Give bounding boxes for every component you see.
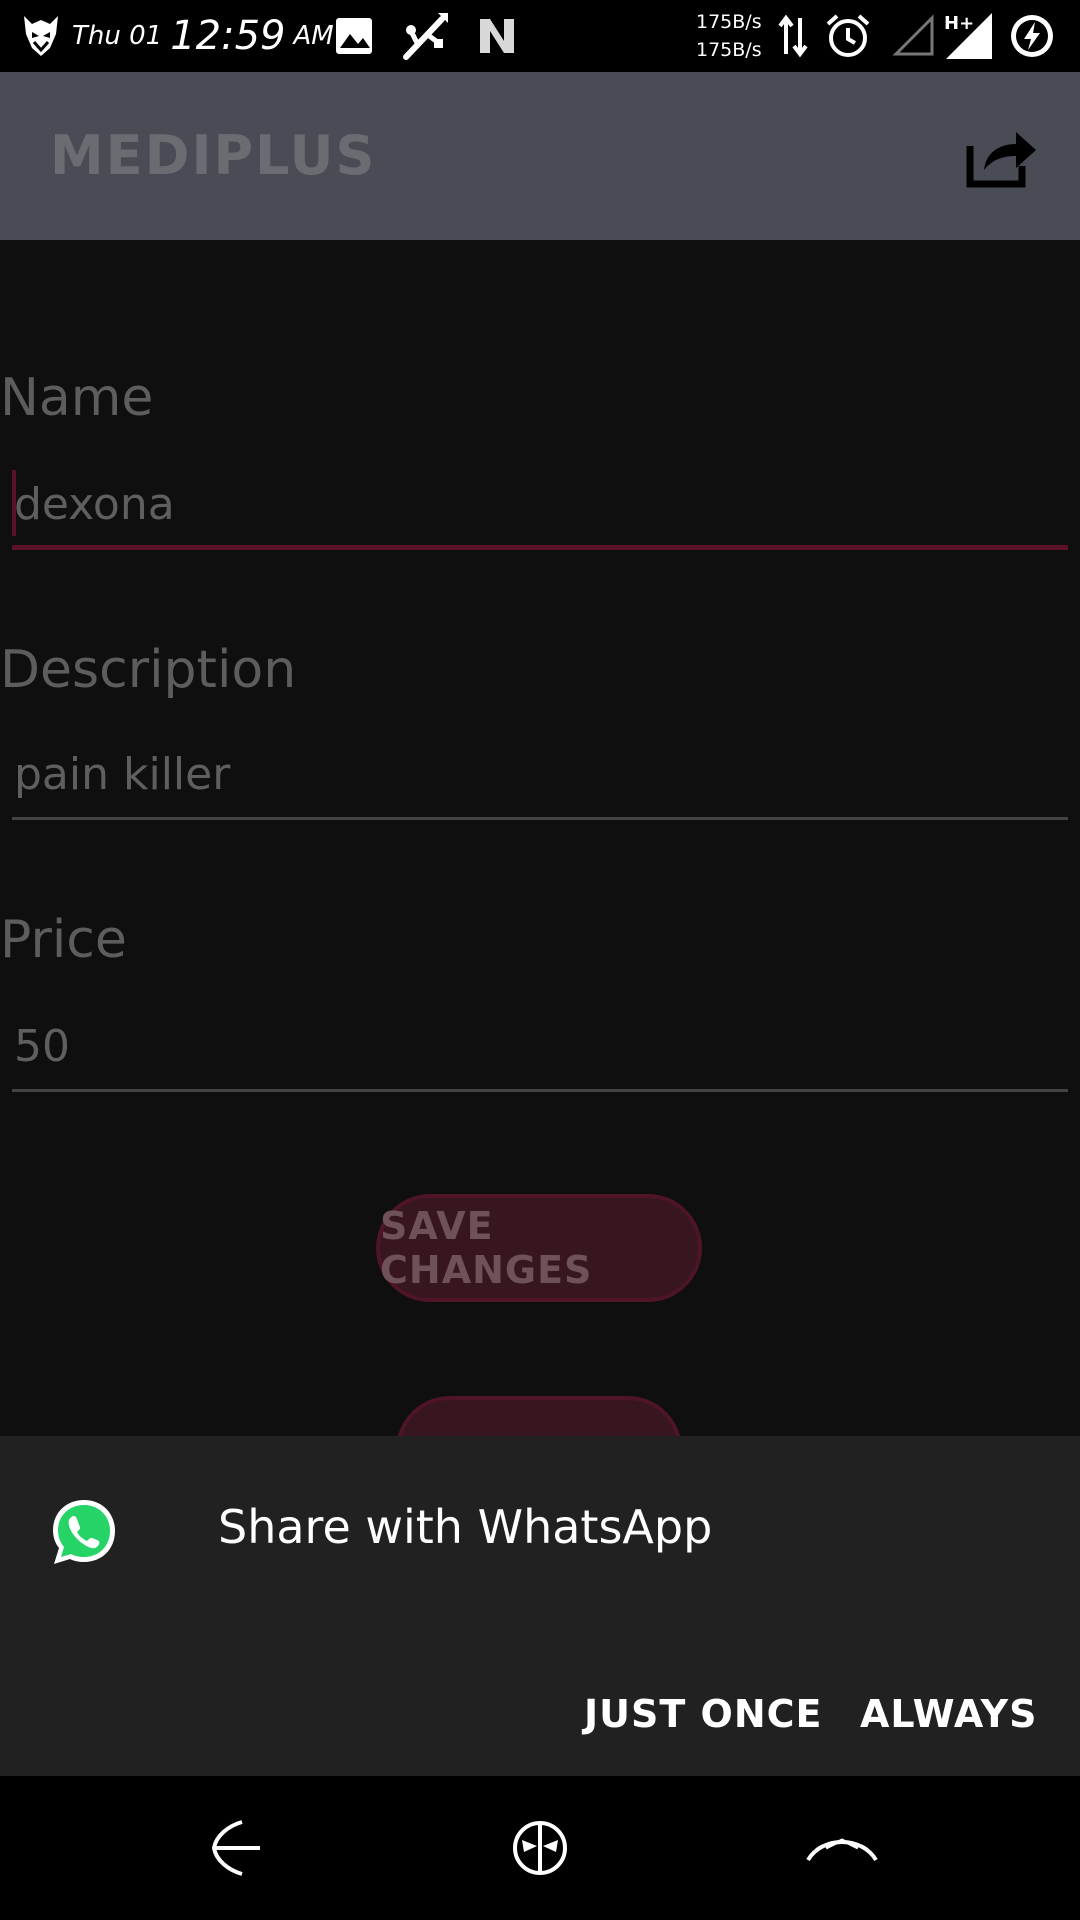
save-changes-button[interactable]: SAVE CHANGES: [376, 1194, 702, 1302]
image-icon: [334, 0, 374, 72]
status-bar: Thu 01 12:59 AM 175B/s 175B/s H+: [0, 0, 1080, 72]
share-icon: [966, 132, 1036, 188]
screen: Thu 01 12:59 AM 175B/s 175B/s H+ MEDIPLU…: [0, 0, 1080, 1920]
app-bar: MEDIPLUS: [0, 72, 1080, 240]
home-icon: [513, 1821, 567, 1875]
name-label: Name: [0, 368, 154, 428]
n-notification-icon: [474, 0, 520, 72]
carrier-logo-icon: [20, 0, 62, 72]
app-title: MEDIPLUS: [50, 124, 377, 187]
status-day: Thu 01: [72, 21, 163, 51]
svg-text:H+: H+: [944, 13, 974, 34]
status-ampm: AM: [293, 21, 334, 51]
share-sheet-title: Share with WhatsApp: [218, 1500, 713, 1554]
price-field[interactable]: 50: [12, 1012, 1068, 1092]
description-field[interactable]: pain killer: [12, 740, 1068, 820]
edit-form: Name dexona Description pain killer Pric…: [0, 240, 1080, 1504]
usb-icon: [398, 0, 452, 72]
status-time: 12:59: [170, 13, 286, 59]
signal-empty-icon: [892, 0, 936, 72]
just-once-button[interactable]: JUST ONCE: [584, 1692, 822, 1736]
clock: Thu 01 12:59 AM: [72, 0, 334, 72]
navigation-bar: [0, 1776, 1080, 1920]
description-value: pain killer: [14, 749, 231, 800]
back-button[interactable]: [198, 1812, 278, 1884]
share-sheet: Share with WhatsApp JUST ONCE ALWAYS: [0, 1436, 1080, 1776]
network-speed: 175B/s 175B/s: [696, 8, 762, 64]
data-transfer-icon: [778, 0, 808, 72]
net-speed-down: 175B/s: [696, 39, 762, 61]
battery-charging-icon: [1008, 0, 1056, 72]
name-value: dexona: [14, 479, 175, 530]
description-label: Description: [0, 640, 297, 700]
whatsapp-icon: [48, 1496, 120, 1568]
signal-hplus-icon: H+: [942, 0, 996, 72]
recents-icon: [806, 1838, 878, 1862]
always-button[interactable]: ALWAYS: [860, 1692, 1038, 1736]
recents-button[interactable]: [802, 1812, 882, 1884]
home-button[interactable]: [500, 1812, 580, 1884]
text-cursor: [12, 470, 16, 536]
alarm-icon: [824, 0, 872, 72]
back-icon: [211, 1820, 260, 1876]
name-field[interactable]: dexona: [12, 470, 1068, 550]
price-value: 50: [14, 1021, 70, 1072]
price-label: Price: [0, 910, 127, 970]
share-button[interactable]: [964, 122, 1040, 192]
net-speed-up: 175B/s: [696, 11, 762, 33]
